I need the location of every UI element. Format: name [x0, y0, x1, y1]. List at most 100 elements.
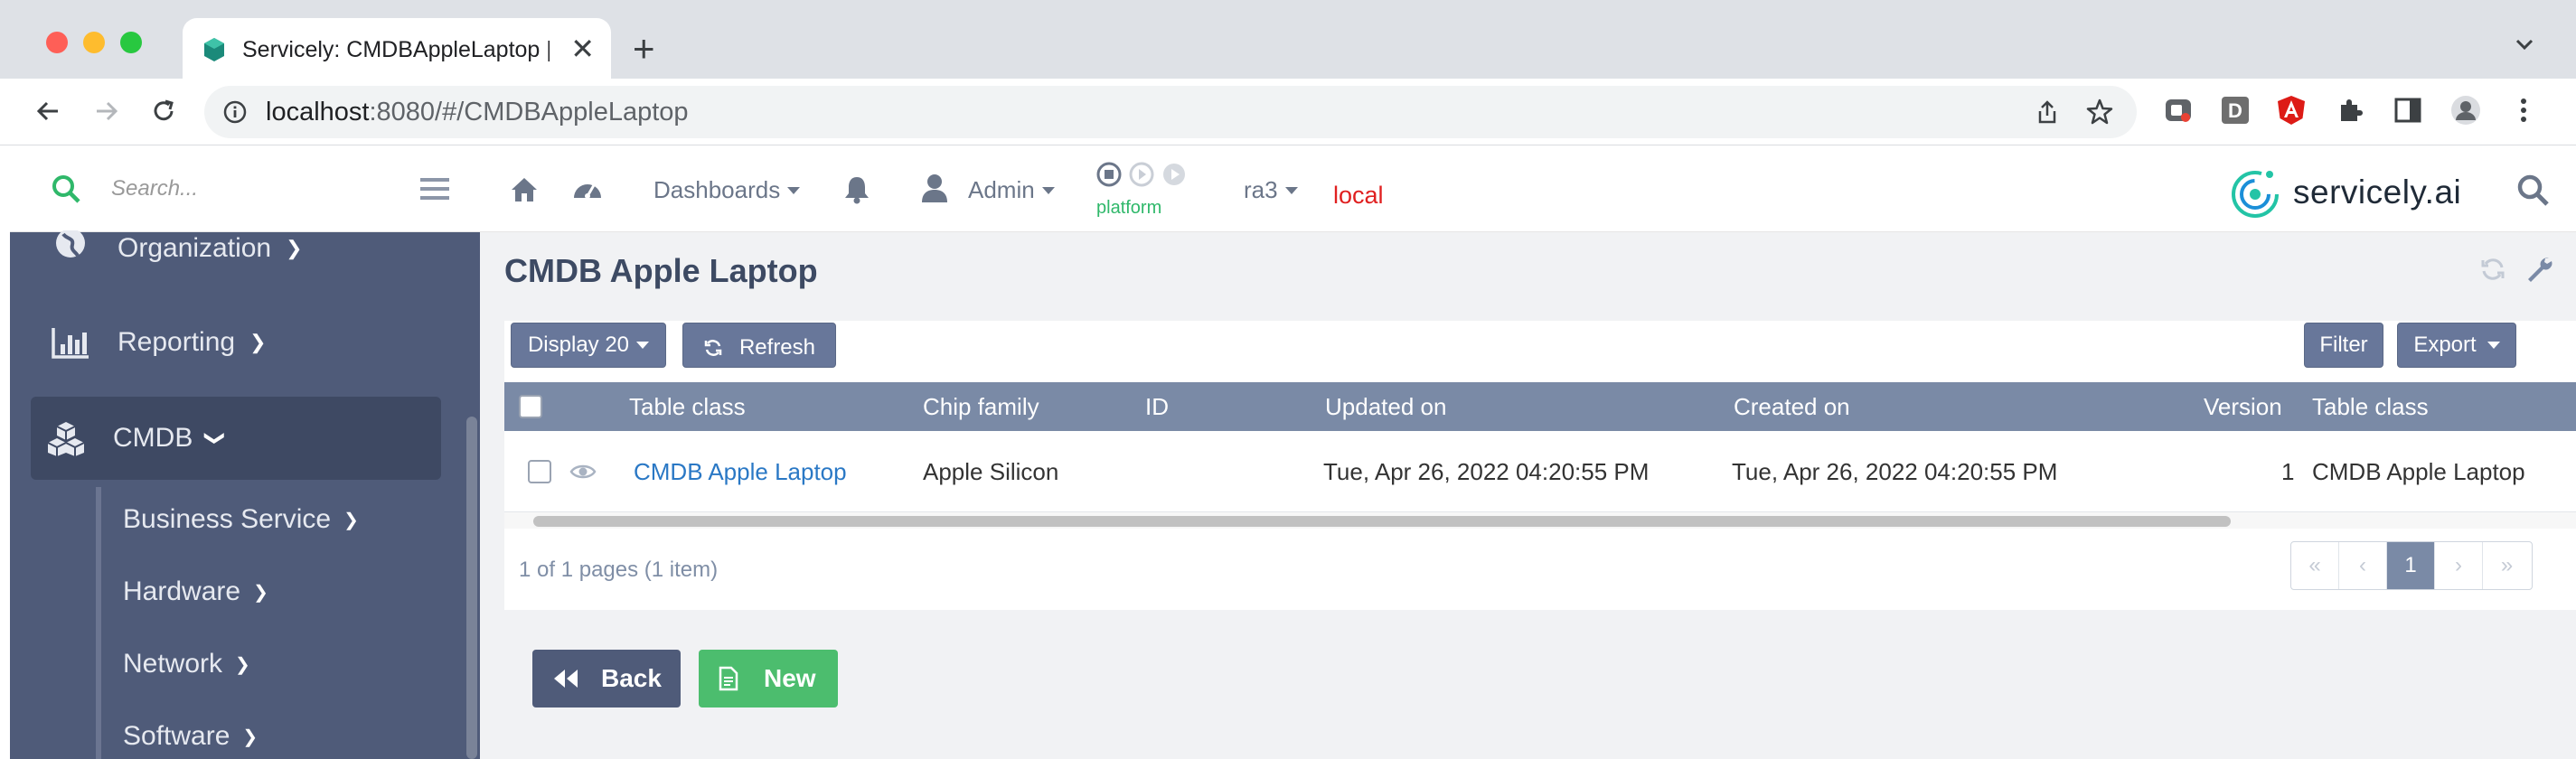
- refresh-button[interactable]: Refresh: [682, 323, 836, 368]
- site-info-icon[interactable]: [222, 99, 248, 125]
- display-count-button[interactable]: Display 20: [511, 323, 666, 368]
- globe-icon: [56, 230, 85, 258]
- chip-family-cell: Apple Silicon: [923, 458, 1059, 485]
- filter-label: Filter: [2319, 333, 2368, 357]
- extension-d-icon[interactable]: D: [2219, 94, 2252, 126]
- brand-name: servicely.ai: [2293, 173, 2462, 211]
- window-maximize-button[interactable]: [120, 32, 142, 53]
- display-count-label: Display 20: [527, 333, 630, 357]
- chevron-down-icon: ❯: [204, 429, 228, 447]
- table-row[interactable]: CMDB Apple Laptop Apple Silicon Tue, Apr…: [504, 431, 2576, 512]
- new-file-icon: [719, 666, 738, 691]
- dashboards-menu[interactable]: Dashboards: [653, 176, 801, 204]
- extension-angular-icon[interactable]: [2275, 94, 2308, 126]
- caret-down-icon: [636, 342, 650, 349]
- sidebar-search-input[interactable]: [111, 171, 382, 207]
- filter-button[interactable]: Filter: [2304, 323, 2383, 368]
- servicely-logo-icon: [2232, 171, 2279, 218]
- eye-icon[interactable]: [569, 462, 597, 482]
- export-label: Export: [2413, 333, 2477, 357]
- caret-down-icon: [1284, 186, 1298, 194]
- stop-circle-icon[interactable]: [1096, 162, 1122, 187]
- dashboard-gauge-icon[interactable]: [572, 174, 603, 205]
- instance-label: ra3: [1244, 176, 1278, 203]
- export-button[interactable]: Export: [2397, 323, 2516, 368]
- global-search-icon[interactable]: [2515, 173, 2550, 207]
- column-header[interactable]: Chip family: [923, 382, 1039, 431]
- pager-info: 1 of 1 pages (1 item): [519, 558, 719, 582]
- tab-search-chevron-icon[interactable]: [2511, 31, 2538, 58]
- side-panel-icon[interactable]: [2392, 94, 2424, 126]
- play-circle-icon[interactable]: [1161, 162, 1187, 187]
- updated-on-cell: Tue, Apr 26, 2022 04:20:55 PM: [1323, 458, 1650, 485]
- sidebar-subitem-software[interactable]: Software ❯: [123, 717, 258, 756]
- column-header[interactable]: Updated on: [1325, 382, 1446, 431]
- instance-menu[interactable]: ra3: [1244, 176, 1298, 204]
- column-header[interactable]: Version: [2204, 382, 2282, 431]
- hamburger-menu-icon[interactable]: [420, 176, 449, 201]
- bookmark-star-icon[interactable]: [2084, 97, 2115, 127]
- first-page-button[interactable]: «: [2291, 542, 2339, 589]
- horizontal-scrollbar[interactable]: [504, 512, 2576, 529]
- prev-page-button[interactable]: ‹: [2339, 542, 2387, 589]
- last-page-button[interactable]: »: [2483, 542, 2531, 589]
- sidebar-item-label: CMDB: [113, 423, 193, 453]
- app-container: Organization ❯ Reporting ❯ CMDB ❯: [10, 145, 2576, 759]
- step-circle-icon[interactable]: [1129, 162, 1154, 187]
- window-close-button[interactable]: [46, 32, 68, 53]
- refresh-icon: [704, 340, 722, 356]
- extension-scanner-icon[interactable]: [2162, 94, 2195, 126]
- sidebar-subitem-network[interactable]: Network ❯: [123, 644, 250, 684]
- sidebar-item-reporting[interactable]: Reporting ❯: [51, 321, 267, 364]
- scrollbar-thumb[interactable]: [533, 516, 2231, 527]
- sidebar-subitem-hardware[interactable]: Hardware ❯: [123, 572, 268, 612]
- back-label: Back: [601, 664, 662, 692]
- select-all-checkbox[interactable]: [519, 395, 542, 418]
- back-button[interactable]: Back: [532, 650, 681, 707]
- user-menu[interactable]: Admin: [968, 176, 1055, 204]
- share-icon[interactable]: [2034, 98, 2061, 126]
- browser-tab[interactable]: Servicely: CMDBAppleLaptop | ✕: [183, 18, 611, 79]
- tab-close-icon[interactable]: ✕: [570, 31, 595, 67]
- window-minimize-button[interactable]: [83, 32, 105, 53]
- url-host: localhost: [266, 98, 370, 126]
- sidebar-subitem-label: Software: [123, 721, 230, 751]
- sidebar-item-cmdb[interactable]: CMDB ❯: [46, 417, 228, 460]
- wrench-icon[interactable]: [2524, 254, 2553, 283]
- column-header[interactable]: ID: [1145, 382, 1169, 431]
- column-header[interactable]: Table class: [629, 382, 746, 431]
- new-button[interactable]: New: [699, 650, 838, 707]
- table-class-link[interactable]: CMDB Apple Laptop: [634, 431, 847, 512]
- version-cell: 1: [2281, 458, 2295, 485]
- browser-menu-icon[interactable]: [2507, 94, 2540, 126]
- row-checkbox[interactable]: [528, 460, 551, 483]
- next-page-button[interactable]: ›: [2435, 542, 2483, 589]
- reload-icon[interactable]: [147, 95, 180, 127]
- sidebar-scrollbar[interactable]: [466, 417, 477, 759]
- new-tab-button[interactable]: +: [633, 27, 655, 70]
- profile-avatar-icon[interactable]: [2449, 94, 2482, 126]
- chevron-right-icon: ❯: [249, 331, 267, 353]
- sidebar-item-organization[interactable]: Organization ❯: [51, 227, 303, 270]
- sidebar-subitem-business-service[interactable]: Business Service ❯: [123, 500, 359, 539]
- column-header[interactable]: Table class: [2312, 382, 2429, 431]
- back-arrow-icon[interactable]: [33, 95, 65, 127]
- sidebar-subitem-label: Business Service: [123, 504, 332, 534]
- dashboards-label: Dashboards: [653, 176, 781, 203]
- sidebar-item-label: Reporting: [118, 327, 236, 357]
- page-number-button[interactable]: 1: [2387, 542, 2435, 589]
- extensions-puzzle-icon[interactable]: [2334, 94, 2366, 126]
- list-panel: Display 20 Refresh Filter Export Table c…: [504, 321, 2576, 610]
- page-title: CMDB Apple Laptop: [504, 252, 818, 289]
- sidebar-search: [10, 145, 480, 232]
- user-label: Admin: [968, 176, 1035, 203]
- platform-label: platform: [1096, 198, 1162, 218]
- browser-tab-bar: Servicely: CMDBAppleLaptop | ✕ +: [0, 0, 2576, 79]
- column-header[interactable]: Created on: [1734, 382, 1850, 431]
- bell-icon[interactable]: [841, 174, 872, 205]
- sync-icon[interactable]: [2479, 256, 2506, 283]
- forward-arrow-icon[interactable]: [89, 95, 122, 127]
- home-icon[interactable]: [509, 174, 540, 205]
- address-bar[interactable]: localhost:8080/#/CMDBAppleLaptop: [204, 86, 2137, 138]
- caret-down-icon: [2487, 342, 2500, 349]
